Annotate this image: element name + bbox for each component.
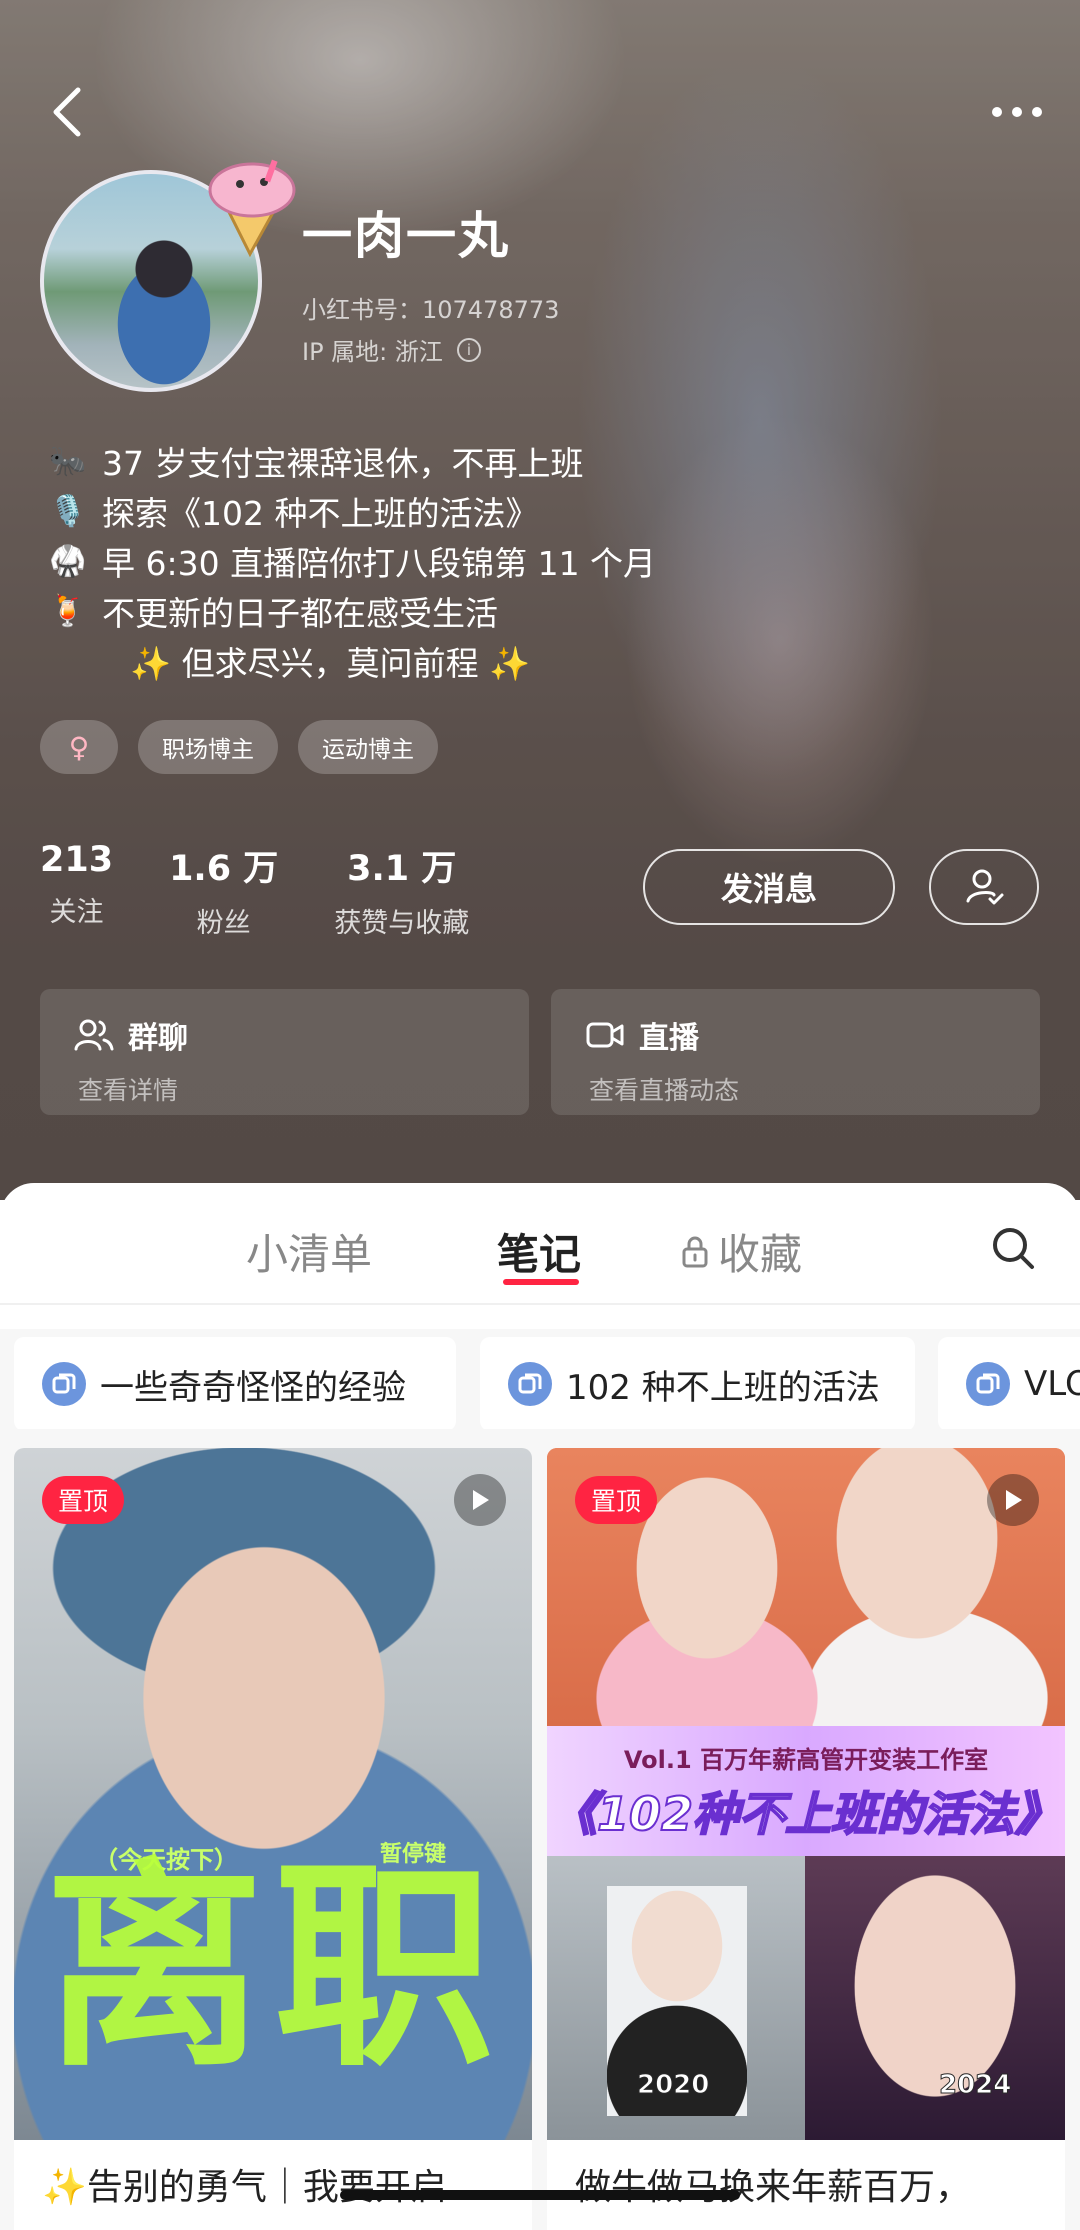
group-chat-title-row: 群聊 [74, 1013, 495, 1057]
ice-cream-sticker-icon [208, 159, 296, 258]
video-play-icon [987, 1474, 1039, 1526]
note-cover-image[interactable]: （今天按下） 暂停键 离职 置顶 [14, 1448, 532, 2140]
cover-headline: 离职 [44, 1840, 505, 2096]
cover-photo-right [805, 1856, 1065, 2140]
stat-label: 粉丝 [196, 908, 251, 939]
banner-title: 《102种不上班的活法》 [550, 1786, 1062, 1842]
stat-followers[interactable]: 1.6 万 粉丝 [169, 840, 278, 940]
tab-notes-label: 笔记 [497, 1230, 582, 1279]
bio-text: 不更新的日子都在感受生活 [102, 594, 498, 633]
collection-chip[interactable]: VLOG [938, 1337, 1080, 1429]
chevron-left-icon [53, 87, 81, 137]
stat-value: 1.6 万 [169, 849, 279, 889]
bio-text: 37 岁支付宝裸辞退休，不再上班 [102, 444, 584, 483]
profile-header: 一肉一丸 小红书号：107478773 IP 属地: 浙江 i 🐜 37 岁支付… [0, 0, 1080, 1200]
search-button[interactable] [988, 1223, 1038, 1273]
video-camera-icon [586, 1022, 624, 1048]
more-dots-icon [992, 107, 1042, 117]
lock-icon [682, 1236, 708, 1267]
stat-likes-and-saves[interactable]: 3.1 万 获赞与收藏 [334, 840, 469, 940]
active-tab-indicator [503, 1279, 579, 1285]
user-check-icon [966, 869, 1004, 905]
bio-text: ✨ 但求尽兴，莫问前程 ✨ [130, 644, 531, 683]
collection-strip: 一些奇奇怪怪的经验 102 种不上班的活法 VLOG [0, 1329, 1080, 1429]
collection-chip[interactable]: 102 种不上班的活法 [480, 1337, 915, 1429]
bio-line: 🐜 37 岁支付宝裸辞退休，不再上班 [46, 436, 946, 486]
collection-label: VLOG [1024, 1364, 1080, 1404]
bio-text: 早 6:30 直播陪你打八段锦第 11 个月 [102, 544, 657, 583]
collection-chip[interactable]: 一些奇奇怪怪的经验 [14, 1337, 456, 1429]
home-indicator[interactable] [340, 2190, 740, 2200]
profile-tags: ♀ 职场博主 运动博主 [40, 720, 438, 774]
tab-favorites[interactable]: 收藏 [680, 1221, 802, 1282]
note-card[interactable]: （今天按下） 暂停键 离职 置顶 ✨告别的勇气｜我要开启 [14, 1448, 532, 2230]
bio-line: ✨ 但求尽兴，莫问前程 ✨ [46, 636, 946, 686]
collection-icon [966, 1362, 1010, 1406]
stat-value: 3.1 万 [347, 849, 457, 889]
ip-location-row: IP 属地: 浙江 i [302, 332, 481, 367]
year-label: 2020 [636, 2070, 710, 2101]
collection-icon [42, 1362, 86, 1406]
tag-career-blogger[interactable]: 职场博主 [138, 720, 278, 774]
stat-label: 关注 [49, 897, 104, 928]
profile-stats: 213 关注 1.6 万 粉丝 3.1 万 获赞与收藏 [40, 840, 525, 940]
microphone-emoji-icon: 🎙️ [49, 493, 87, 529]
pinned-badge: 置顶 [42, 1476, 125, 1524]
stat-label: 获赞与收藏 [334, 908, 470, 939]
group-chat-card[interactable]: 群聊 查看详情 [40, 989, 529, 1115]
red-id: 小红书号：107478773 [302, 296, 560, 324]
live-title: 直播 [639, 1021, 699, 1056]
stat-value: 213 [40, 840, 114, 880]
pinned-badge: 置顶 [575, 1476, 658, 1524]
followed-button[interactable] [929, 849, 1039, 925]
info-icon[interactable]: i [456, 337, 481, 362]
bio-text: 探索《102 种不上班的活法》 [102, 494, 539, 533]
note-title[interactable]: 做牛做马换来年薪百万， [575, 2158, 1045, 2210]
tag-sports-blogger[interactable]: 运动博主 [298, 720, 438, 774]
ant-emoji-icon: 🐜 [49, 443, 87, 479]
collection-icon [508, 1362, 552, 1406]
group-users-icon [74, 1019, 114, 1051]
cover-banner: Vol.1 百万年薪高管开变装工作室 《102种不上班的活法》 [547, 1726, 1065, 1856]
tab-notes[interactable]: 笔记 [497, 1221, 582, 1285]
avatar-container[interactable] [40, 159, 296, 400]
year-label: 2024 [938, 2070, 1012, 2101]
collection-label: 一些奇奇怪怪的经验 [100, 1367, 406, 1408]
gender-female-icon: ♀ [40, 720, 118, 774]
live-subtitle: 查看直播动态 [589, 1076, 740, 1105]
video-play-icon [454, 1474, 506, 1526]
ip-location: IP 属地: 浙江 [302, 338, 443, 366]
group-chat-title: 群聊 [128, 1021, 188, 1056]
send-message-button[interactable]: 发消息 [643, 849, 895, 925]
stat-following[interactable]: 213 关注 [40, 840, 113, 940]
group-chat-subtitle: 查看详情 [78, 1076, 179, 1105]
tab-favorites-label: 收藏 [718, 1230, 803, 1279]
bio: 🐜 37 岁支付宝裸辞退休，不再上班 🎙️ 探索《102 种不上班的活法》 🥋 … [46, 436, 946, 686]
live-title-row: 直播 [585, 1013, 1006, 1057]
tab-bar: 小清单 笔记 收藏 [0, 1183, 1080, 1305]
back-button[interactable] [44, 82, 94, 142]
search-icon [993, 1228, 1034, 1269]
note-title[interactable]: ✨告别的勇气｜我要开启 [42, 2158, 512, 2210]
username: 一肉一丸 [302, 207, 510, 265]
banner-subtitle: Vol.1 百万年薪高管开变装工作室 [623, 1746, 989, 1774]
martial-arts-emoji-icon: 🥋 [49, 543, 87, 579]
tab-lists[interactable]: 小清单 [246, 1221, 372, 1282]
bio-line: 🍹 不更新的日子都在感受生活 [46, 586, 946, 636]
more-options-button[interactable] [982, 92, 1052, 132]
note-card[interactable]: Vol.1 百万年薪高管开变装工作室 《102种不上班的活法》 2020 202… [547, 1448, 1065, 2230]
note-cover-image[interactable]: Vol.1 百万年薪高管开变装工作室 《102种不上班的活法》 2020 202… [547, 1448, 1065, 2140]
bio-line: 🎙️ 探索《102 种不上班的活法》 [46, 486, 946, 536]
live-stream-card[interactable]: 直播 查看直播动态 [551, 989, 1040, 1115]
bio-line: 🥋 早 6:30 直播陪你打八段锦第 11 个月 [46, 536, 946, 586]
content-sheet: 小清单 笔记 收藏 一些奇奇怪怪的经验 102 种不上班的活法 VLO （今天按… [0, 1183, 1080, 2230]
collection-label: 102 种不上班的活法 [566, 1367, 880, 1408]
tropical-drink-emoji-icon: 🍹 [49, 593, 87, 629]
